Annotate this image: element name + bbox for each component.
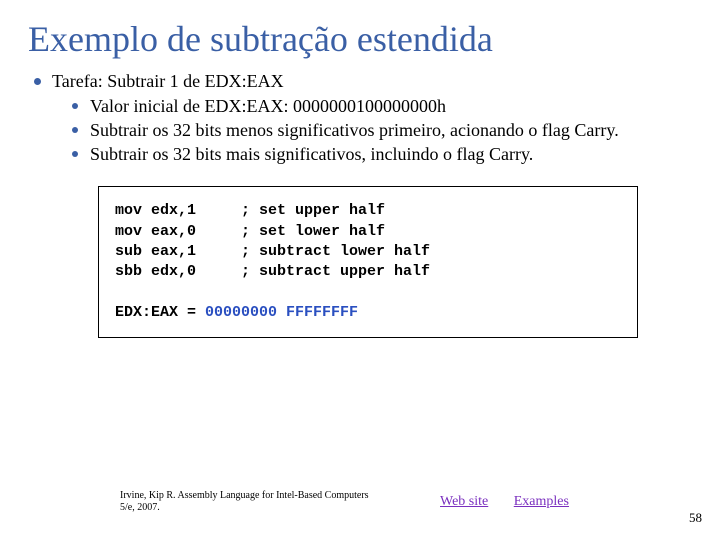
footer-links: Web site Examples xyxy=(440,494,591,510)
sub-item: Valor inicial de EDX:EAX: 00000001000000… xyxy=(72,95,692,119)
code-line: sub eax,1 ; subtract lower half xyxy=(115,243,430,260)
citation: Irvine, Kip R. Assembly Language for Int… xyxy=(120,490,380,514)
page-number: 58 xyxy=(689,510,702,526)
task-bullet: Tarefa: Subtrair 1 de EDX:EAX Valor inic… xyxy=(34,70,692,166)
task-text: Tarefa: Subtrair 1 de EDX:EAX xyxy=(52,71,284,91)
page-title: Exemplo de subtração estendida xyxy=(28,18,692,60)
sub-bullets: Valor inicial de EDX:EAX: 00000001000000… xyxy=(52,95,692,166)
sub-item: Subtrair os 32 bits mais significativos,… xyxy=(72,143,692,167)
examples-link[interactable]: Examples xyxy=(514,494,569,509)
code-box: mov edx,1 ; set upper half mov eax,0 ; s… xyxy=(98,186,638,338)
code-line: sbb edx,0 ; subtract upper half xyxy=(115,263,430,280)
website-link[interactable]: Web site xyxy=(440,494,488,509)
code-line: mov eax,0 ; set lower half xyxy=(115,223,385,240)
result-prefix: EDX:EAX = xyxy=(115,304,205,321)
sub-item: Subtrair os 32 bits menos significativos… xyxy=(72,119,692,143)
result-value: 00000000 FFFFFFFF xyxy=(205,304,358,321)
slide: Exemplo de subtração estendida Tarefa: S… xyxy=(0,0,720,540)
main-bullets: Tarefa: Subtrair 1 de EDX:EAX Valor inic… xyxy=(28,70,692,166)
code-line: mov edx,1 ; set upper half xyxy=(115,202,385,219)
